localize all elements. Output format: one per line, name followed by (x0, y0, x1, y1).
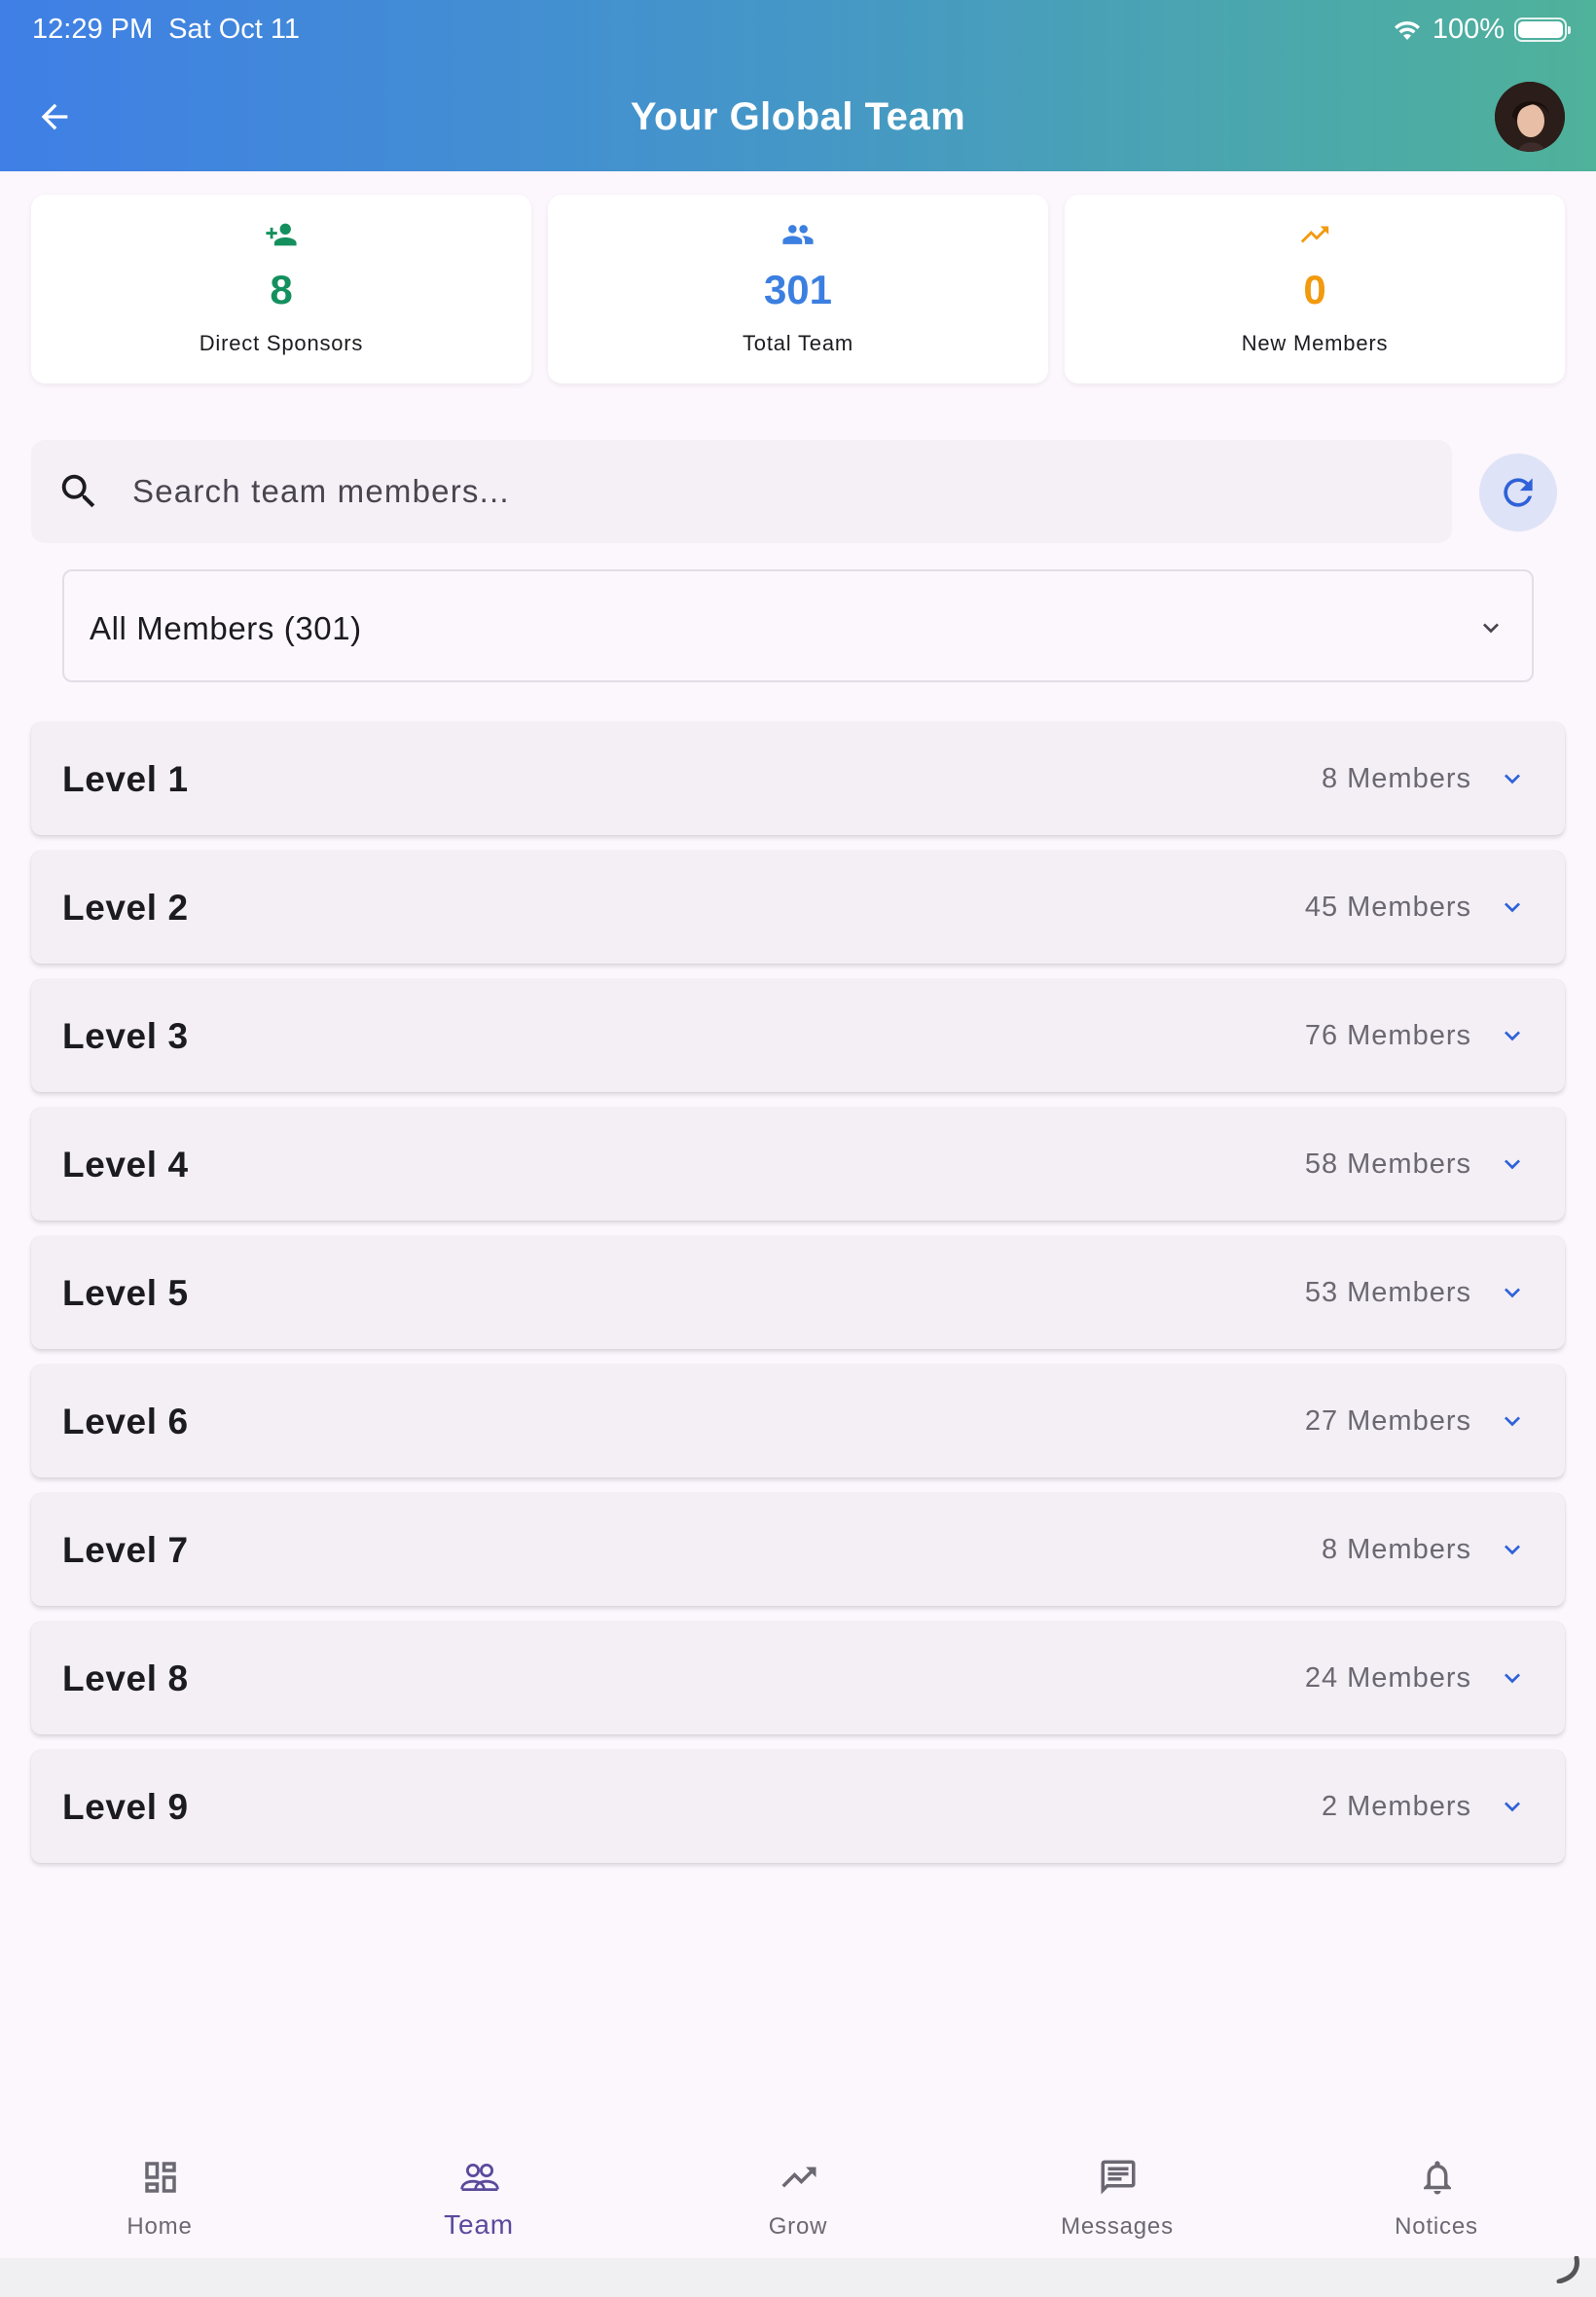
member-filter-dropdown[interactable]: All Members (301) (62, 569, 1534, 682)
status-time-block: 12:29 PM Sat Oct 11 (32, 14, 300, 46)
level-item-2[interactable]: Level 2 45 Members (31, 851, 1565, 964)
nav-item-team[interactable]: Team (319, 2137, 638, 2258)
level-member-count: 27 Members (1304, 1405, 1471, 1437)
level-member-count: 8 Members (1321, 763, 1471, 794)
chevron-down-icon (1505, 1288, 1520, 1298)
battery-icon (1514, 18, 1571, 42)
search-input[interactable] (132, 440, 1427, 543)
level-member-count: 76 Members (1304, 1020, 1471, 1051)
level-title: Level 8 (62, 1659, 189, 1698)
search-box (31, 440, 1452, 543)
wifi-icon (1394, 20, 1420, 40)
battery-percent: 100% (1432, 14, 1505, 45)
chevron-down-icon (1505, 1545, 1520, 1555)
level-member-count: 2 Members (1321, 1791, 1471, 1822)
chevron-down-icon (1505, 1416, 1520, 1427)
stat-label-total-team: Total Team (743, 331, 853, 355)
trending-up-icon (781, 2167, 816, 2188)
avatar[interactable] (1495, 82, 1565, 152)
status-time: 12:29 PM (32, 14, 154, 45)
chevron-down-icon (1505, 902, 1520, 913)
bottom-edge (0, 2258, 1596, 2297)
nav-item-notices[interactable]: Notices (1277, 2137, 1596, 2258)
stat-value-new-members: 0 (1303, 267, 1326, 312)
level-member-count: 24 Members (1304, 1662, 1471, 1694)
chevron-down-icon (1483, 623, 1499, 634)
level-member-count: 58 Members (1304, 1148, 1471, 1180)
level-title: Level 9 (62, 1787, 189, 1827)
level-member-count: 45 Members (1304, 892, 1471, 923)
level-item-9[interactable]: Level 9 2 Members (31, 1750, 1565, 1863)
nav-item-home[interactable]: Home (0, 2137, 319, 2258)
nav-item-grow[interactable]: Grow (638, 2137, 958, 2258)
profile-photo (1495, 82, 1565, 152)
nav-label-team: Team (444, 2209, 514, 2240)
stat-value-direct-sponsors: 8 (270, 267, 293, 312)
stat-value-total-team: 301 (763, 267, 833, 312)
level-item-8[interactable]: Level 8 24 Members (31, 1622, 1565, 1734)
level-member-count: 53 Members (1304, 1277, 1471, 1308)
filter-selected-value: All Members (301) (90, 610, 362, 646)
app-header: 12:29 PM Sat Oct 11 100% Your Global Team (0, 0, 1596, 171)
stat-label-direct-sponsors: Direct Sponsors (199, 331, 364, 355)
team-icon (460, 2164, 499, 2192)
refresh-button[interactable] (1479, 454, 1557, 531)
dashboard-icon (145, 2162, 176, 2193)
refresh-icon (1504, 478, 1533, 507)
level-title: Level 7 (62, 1530, 189, 1570)
message-icon (1101, 2160, 1136, 2195)
nav-item-messages[interactable]: Messages (958, 2137, 1277, 2258)
status-indicators: 100% (1392, 14, 1571, 46)
stat-card-direct-sponsors: 8 Direct Sponsors (31, 195, 531, 383)
stat-label-new-members: New Members (1241, 331, 1389, 355)
level-item-6[interactable]: Level 6 27 Members (31, 1365, 1565, 1477)
nav-label-grow: Grow (768, 2213, 828, 2240)
level-item-4[interactable]: Level 4 58 Members (31, 1108, 1565, 1221)
chevron-down-icon (1505, 1159, 1520, 1170)
chevron-down-icon (1505, 774, 1520, 784)
status-bar: 12:29 PM Sat Oct 11 100% (0, 0, 1596, 62)
level-member-count: 8 Members (1321, 1534, 1471, 1565)
search-row (31, 440, 1565, 543)
trending-up-icon (1300, 226, 1329, 243)
stats-row: 8 Direct Sponsors 301 Total Team 0 New M… (31, 195, 1565, 383)
nav-label-home: Home (127, 2213, 193, 2240)
page-title: Your Global Team (630, 95, 966, 138)
nav-label-notices: Notices (1395, 2213, 1478, 2240)
group-icon (782, 225, 814, 244)
chevron-down-icon (1505, 1031, 1520, 1041)
level-item-1[interactable]: Level 1 8 Members (31, 722, 1565, 835)
level-item-5[interactable]: Level 5 53 Members (31, 1236, 1565, 1349)
level-title: Level 3 (62, 1016, 189, 1056)
level-title: Level 4 (62, 1145, 189, 1185)
status-date: Sat Oct 11 (168, 14, 301, 45)
search-icon (61, 474, 95, 508)
level-title: Level 2 (62, 888, 189, 928)
nav-label-messages: Messages (1061, 2213, 1174, 2240)
stat-card-new-members: 0 New Members (1065, 195, 1565, 383)
level-title: Level 5 (62, 1273, 189, 1313)
chevron-down-icon (1505, 1673, 1520, 1684)
level-item-7[interactable]: Level 7 8 Members (31, 1493, 1565, 1606)
level-title: Level 6 (62, 1402, 189, 1441)
stat-card-total-team: 301 Total Team (548, 195, 1048, 383)
chevron-down-icon (1505, 1802, 1520, 1812)
level-item-3[interactable]: Level 3 76 Members (31, 979, 1565, 1092)
bottom-navigation: Home Team Grow Messages Notices (0, 2137, 1596, 2258)
person-add-icon (266, 223, 297, 246)
app-screen: 12:29 PM Sat Oct 11 100% Your Global Team (0, 0, 1596, 2297)
corner-indicator-icon (1556, 2256, 1579, 2283)
bell-icon (1424, 2161, 1451, 2195)
level-title: Level 1 (62, 759, 189, 799)
